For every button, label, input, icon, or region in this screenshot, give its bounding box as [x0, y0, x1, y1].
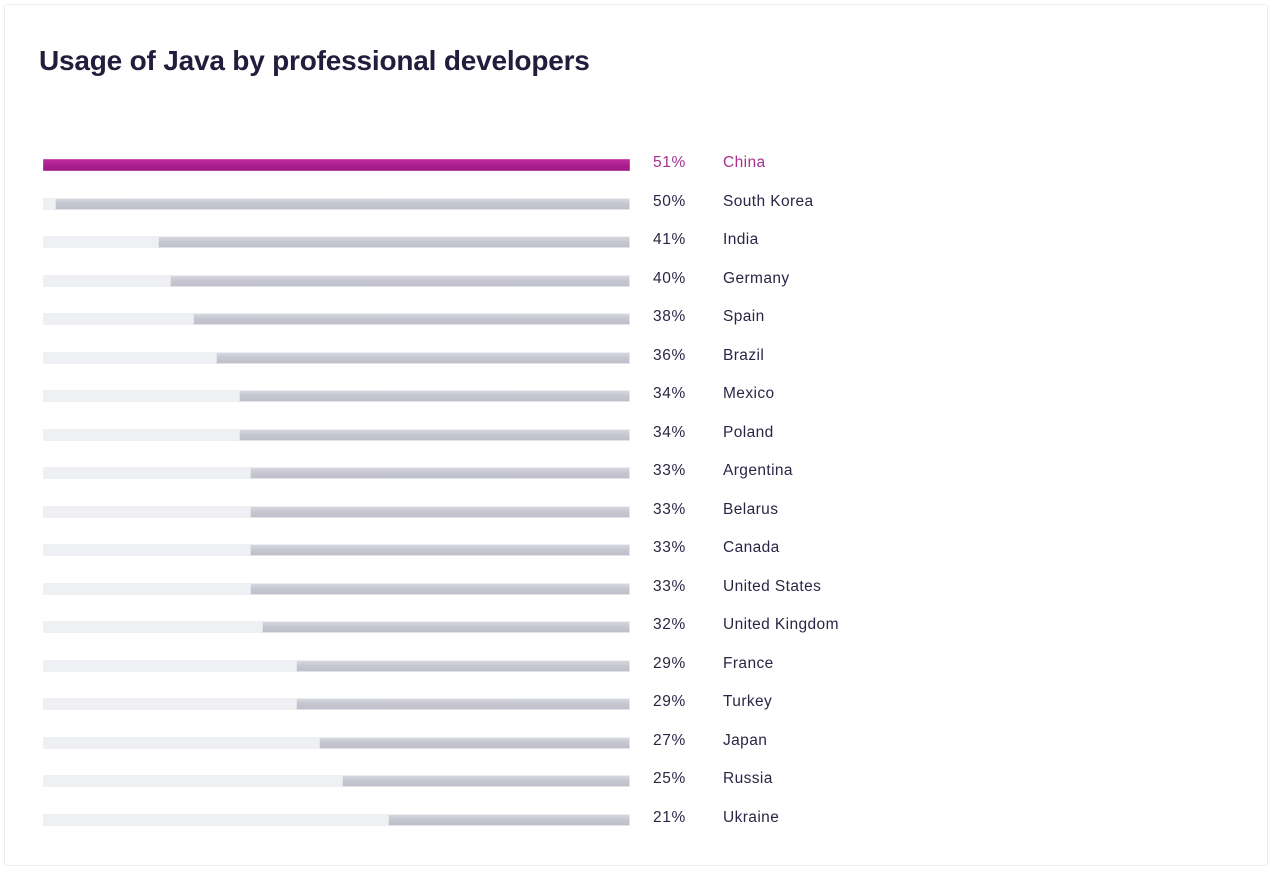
bar-row: 36% Brazil [39, 342, 1239, 381]
bar-category-label: Spain [723, 308, 765, 325]
bar-fill [319, 736, 630, 749]
bar-value-label: 21% [653, 808, 686, 826]
bar-fill [388, 813, 630, 826]
bar-fill [54, 197, 630, 210]
bar-fill [250, 467, 630, 479]
bar-row: 33% Canada [39, 534, 1239, 573]
page-title: Usage of Java by professional developers [39, 45, 590, 76]
bar-value-label: 50% [653, 192, 686, 210]
bar-value-label: 51% [653, 154, 686, 171]
bar-row: 29% France [39, 650, 1239, 689]
bar-row: 33% United States [39, 573, 1239, 612]
bar-value-label: 29% [653, 693, 686, 710]
bar-row: 21% Ukraine [39, 804, 1239, 843]
bar-value-label: 33% [653, 577, 686, 595]
bar-value-label: 27% [653, 731, 686, 749]
bar-fill [158, 236, 630, 248]
bar-category-label: Belarus [723, 500, 779, 518]
bar-fill [43, 159, 630, 171]
bar-category-label: Germany [723, 269, 790, 287]
bar-row: 33% Argentina [39, 457, 1239, 496]
bar-fill [296, 659, 630, 672]
bar-fill [296, 698, 630, 710]
bar-value-label: 41% [653, 231, 686, 248]
bar-category-label: Turkey [723, 693, 773, 710]
bar-row: 29% Turkey [39, 688, 1239, 727]
bar-fill [238, 390, 630, 402]
chart-card: Usage of Java by professional developers… [4, 4, 1268, 866]
bar-category-label: South Korea [723, 192, 814, 210]
bar-fill [169, 274, 630, 287]
bar-value-label: 33% [653, 462, 686, 479]
bar-fill [250, 505, 630, 518]
bar-fill [238, 428, 630, 441]
bar-value-label: 38% [653, 308, 686, 325]
bar-row: 33% Belarus [39, 496, 1239, 535]
bar-row: 34% Mexico [39, 380, 1239, 419]
bar-value-label: 34% [653, 423, 686, 441]
bar-value-label: 34% [653, 385, 686, 402]
bar-fill [342, 775, 630, 787]
bar-value-label: 40% [653, 269, 686, 287]
bar-row: 34% Poland [39, 419, 1239, 458]
bar-value-label: 25% [653, 770, 686, 787]
bar-value-label: 33% [653, 539, 686, 556]
bar-category-label: Canada [723, 539, 780, 556]
bar-category-label: Brazil [723, 346, 765, 364]
bar-fill [250, 582, 630, 595]
bar-value-label: 32% [653, 616, 686, 633]
bar-category-label: China [723, 154, 766, 171]
bar-fill [192, 313, 630, 325]
bar-fill [261, 621, 630, 633]
bar-row: 51% China [39, 149, 1239, 188]
bar-value-label: 33% [653, 500, 686, 518]
bar-category-label: France [723, 654, 774, 672]
bar-category-label: Poland [723, 423, 774, 441]
bar-row: 25% Russia [39, 765, 1239, 804]
bar-row: 32% United Kingdom [39, 611, 1239, 650]
bar-value-label: 36% [653, 346, 686, 364]
bar-category-label: Japan [723, 731, 768, 749]
bar-category-label: Mexico [723, 385, 775, 402]
bar-fill [215, 351, 630, 364]
bar-category-label: Russia [723, 770, 773, 787]
bar-category-label: India [723, 231, 759, 248]
bar-chart: 51% China 50% South Korea 41% India 40% Germany… [39, 149, 1239, 842]
bar-category-label: United States [723, 577, 822, 595]
bar-row: 27% Japan [39, 727, 1239, 766]
bar-row: 50% South Korea [39, 188, 1239, 227]
bar-value-label: 29% [653, 654, 686, 672]
bar-category-label: United Kingdom [723, 616, 839, 633]
bar-row: 40% Germany [39, 265, 1239, 304]
bar-fill [250, 544, 630, 556]
bar-category-label: Argentina [723, 462, 793, 479]
bar-category-label: Ukraine [723, 808, 780, 826]
bar-row: 41% India [39, 226, 1239, 265]
bar-row: 38% Spain [39, 303, 1239, 342]
